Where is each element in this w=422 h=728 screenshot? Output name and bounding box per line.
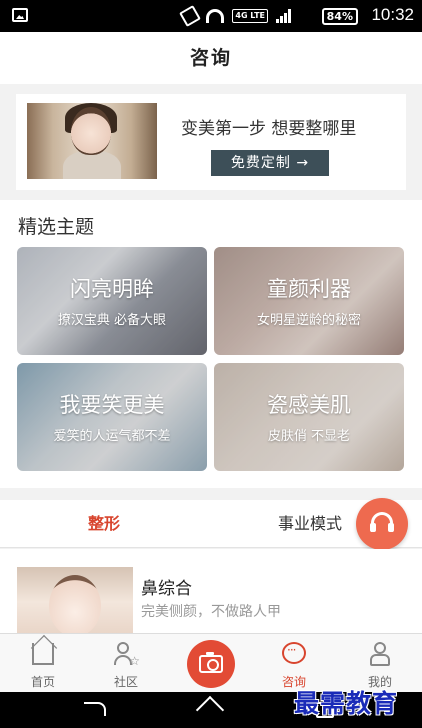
topic-tile-title: 童颜利器 — [267, 277, 351, 301]
topic-tile-title: 我要笑更美 — [59, 393, 165, 417]
list-item-title: 鼻综合 — [141, 579, 192, 599]
nav-item-home[interactable]: 首页 — [13, 634, 73, 693]
camera-button[interactable] — [187, 640, 235, 688]
topic-tile-subtitle: 爱笑的人运气都不差 — [53, 429, 171, 444]
system-home-icon[interactable] — [195, 695, 225, 725]
nav-item-label: 首页 — [30, 675, 55, 689]
tab-business-mode[interactable]: 事业模式 — [278, 500, 342, 548]
topic-tile-subtitle: 撩汉宝典 必备大眼 — [57, 313, 167, 328]
section-title: 精选主题 — [18, 216, 95, 238]
tab-plastic-surgery[interactable]: 整形 — [88, 500, 120, 548]
promo-banner[interactable]: 变美第一步 想要整哪里 免费定制 → — [16, 94, 406, 190]
back-icon[interactable] — [84, 702, 106, 716]
home-icon — [32, 643, 54, 665]
nav-item-label: 社区 — [113, 675, 138, 689]
status-icons: 4G LTE — [179, 5, 292, 27]
chat-icon — [282, 642, 306, 664]
status-bar: 4G LTE 84% 10:32 — [0, 0, 422, 32]
page-title: 咨询 — [0, 32, 422, 84]
banner-photo — [27, 103, 157, 179]
profile-icon — [370, 642, 390, 666]
headset-icon — [370, 512, 394, 532]
community-icon: ☆ — [114, 642, 140, 668]
banner-section: 变美第一步 想要整哪里 免费定制 → — [0, 84, 422, 200]
topic-tile-subtitle: 女明星逆龄的秘密 — [256, 313, 361, 328]
wifi-icon — [206, 9, 225, 23]
topic-tile-youth[interactable]: 童颜利器 女明星逆龄的秘密 — [214, 247, 404, 355]
lte-badge: 4G LTE — [232, 9, 268, 23]
list-item[interactable]: 鼻综合 完美侧颜，不做路人甲 — [0, 549, 422, 637]
list-item-subtitle: 完美侧颜，不做路人甲 — [141, 604, 281, 620]
nav-item-community[interactable]: ☆ 社区 — [96, 634, 156, 693]
battery-indicator: 84% — [321, 8, 358, 25]
camera-icon — [199, 652, 223, 673]
topic-tile-eyes[interactable]: 闪亮明眸 撩汉宝典 必备大眼 — [17, 247, 207, 355]
topic-tile-smile[interactable]: 我要笑更美 爱笑的人运气都不差 — [17, 363, 207, 471]
clock: 10:32 — [371, 5, 414, 24]
customer-service-button[interactable] — [356, 498, 408, 550]
featured-topics: 精选主题 闪亮明眸 撩汉宝典 必备大眼 童颜利器 女明星逆龄的秘密 我要笑更美 … — [0, 200, 422, 488]
topic-tile-subtitle: 皮肤俏 不显老 — [267, 429, 351, 444]
topic-tile-title: 瓷感美肌 — [267, 393, 351, 417]
list-item-thumbnail — [17, 567, 133, 637]
vibrate-icon — [179, 5, 202, 27]
gallery-icon — [12, 8, 28, 22]
watermark: 最需教育 — [294, 689, 399, 718]
signal-icon — [276, 9, 292, 23]
topic-tile-title: 闪亮明眸 — [70, 277, 154, 301]
topic-tile-skin[interactable]: 瓷感美肌 皮肤俏 不显老 — [214, 363, 404, 471]
banner-title: 变美第一步 想要整哪里 — [181, 119, 357, 139]
free-customize-button[interactable]: 免费定制 → — [211, 150, 329, 176]
